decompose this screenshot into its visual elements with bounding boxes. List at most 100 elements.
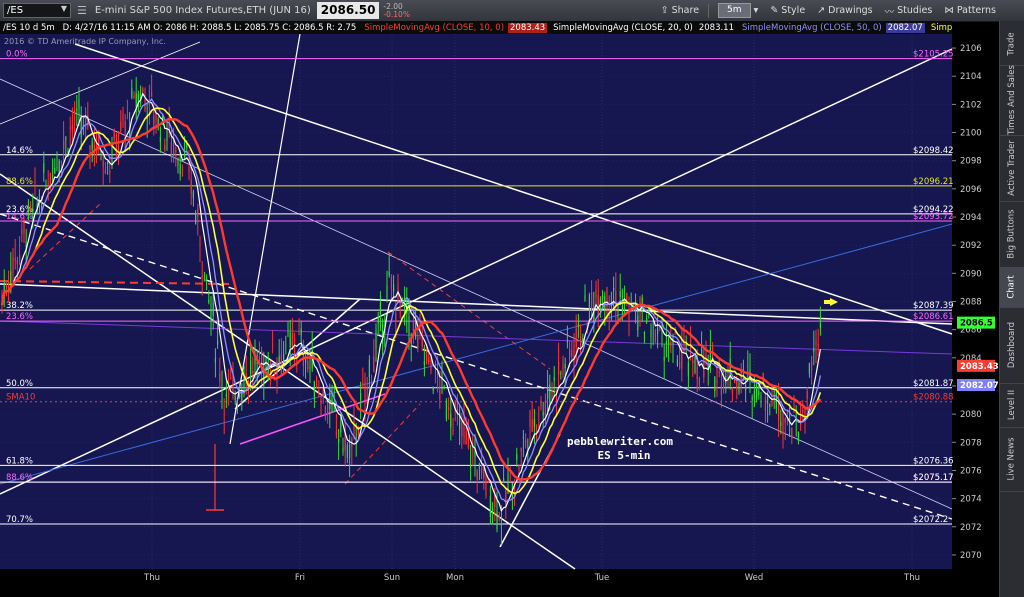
symbol-selector[interactable]: /ES ▼: [3, 3, 71, 18]
patterns-label: Patterns: [956, 5, 996, 16]
fib-level-label: 50.0%: [6, 379, 33, 389]
candle-body: [659, 323, 661, 324]
candle-body: [32, 208, 34, 212]
candle-body: [170, 142, 172, 155]
sma10-label[interactable]: SimpleMovingAvg (CLOSE, 10, 0): [364, 23, 504, 33]
candle-body: [390, 277, 392, 289]
candle-body: [175, 150, 177, 153]
studies-bar: /ES 10 d 5m D: 4/27/16 11:15 AM O: 2086 …: [0, 21, 952, 34]
percent-change: -0.10%: [383, 9, 410, 19]
sidebar-tab-label: Chart: [1006, 275, 1017, 299]
sidebar-tab-big-buttons[interactable]: Big Buttons: [1000, 201, 1024, 268]
candle-body: [78, 99, 80, 110]
candle-body: [179, 164, 181, 175]
candle-body: [426, 349, 428, 361]
price-tick-label: 2106: [960, 44, 982, 54]
sidebar-tab-live-news[interactable]: Live News: [1000, 427, 1024, 492]
last-price: 2086.50: [316, 2, 380, 19]
candle-body: [782, 412, 784, 435]
sidebar-tab-label: Active Trader: [1007, 140, 1018, 196]
candle-body: [27, 208, 29, 212]
patterns-button[interactable]: ⋈ Patterns: [941, 3, 999, 18]
toolbar-divider: [708, 3, 710, 18]
candle-body: [16, 259, 18, 265]
candle-body: [580, 336, 582, 348]
candle-body: [327, 402, 329, 415]
style-button[interactable]: ✎ Style: [767, 3, 808, 18]
price-level-label: $2087.39: [913, 301, 954, 311]
timeframe-selector[interactable]: 5m ▾: [715, 3, 761, 18]
candle-body: [496, 510, 498, 530]
candle-body: [307, 360, 309, 370]
drawings-button[interactable]: ↗ Drawings: [814, 3, 875, 18]
candle-body: [76, 108, 78, 111]
candle-body: [324, 405, 326, 417]
candle-body: [553, 377, 555, 381]
candle-body: [298, 331, 300, 333]
candle-body: [287, 334, 289, 336]
candle-body: [478, 463, 480, 469]
candle-body: [522, 437, 524, 439]
candle-body: [575, 328, 577, 348]
sidebar-tab-dashboard[interactable]: Dashboard: [1000, 307, 1024, 384]
fib-level-label: 88.6%: [6, 177, 33, 187]
candle-body: [223, 414, 225, 416]
candle-body: [679, 361, 681, 368]
timeframe-value: 5m: [718, 3, 751, 18]
price-level-label: $2081.87: [913, 379, 954, 389]
candle-body: [23, 222, 25, 235]
candle-body: [476, 470, 478, 480]
candle-body: [639, 297, 641, 309]
candle-body: [74, 110, 76, 116]
price-chart[interactable]: $2105.25 0.0% $2098.42 14.6% $2096.21 88.6% $2…: [0, 34, 1000, 597]
candle-body: [489, 495, 491, 518]
sma50-label[interactable]: SimpleMovingAvg (CLOSE, 50, 0): [742, 23, 882, 33]
candle-body: [663, 356, 665, 361]
price-tick-label: 2080: [960, 410, 982, 420]
price-level-label: $2098.42: [913, 146, 954, 156]
candle-body: [549, 384, 551, 403]
candle-body: [243, 384, 245, 390]
candle-body: [709, 347, 711, 361]
sidebar-tab-times-and-sales[interactable]: Times And Sales: [1000, 65, 1024, 136]
candle-body: [379, 302, 381, 315]
time-tick-label: Mon: [446, 573, 464, 583]
candle-body: [80, 117, 82, 138]
candle-body: [665, 341, 667, 344]
candle-body: [558, 361, 560, 375]
candle-body: [423, 361, 425, 365]
fib-level-label: 0.0%: [6, 50, 28, 60]
sidebar-tab-level-ii[interactable]: Level II: [1000, 383, 1024, 428]
candle-body: [498, 515, 500, 519]
symbol-value: /ES: [7, 5, 24, 16]
sidebar-tab-active-trader[interactable]: Active Trader: [1000, 135, 1024, 202]
candle-body: [780, 421, 782, 427]
candle-body: [617, 305, 619, 311]
studies-button[interactable]: 〰 Studies: [882, 3, 936, 18]
sidebar-tab-label: Dashboard: [1007, 321, 1017, 369]
candle-body: [571, 350, 573, 357]
sma20-label[interactable]: SimpleMovingAvg (CLOSE, 20, 0): [553, 23, 693, 33]
candle-body: [718, 372, 720, 374]
fib-level-label: 61.8%: [6, 456, 33, 466]
candle-body: [778, 401, 780, 421]
candle-body: [802, 409, 804, 413]
candle-body: [586, 322, 588, 324]
candle-body: [668, 337, 670, 345]
sma100-label[interactable]: SimpleMovingAvg (: [931, 23, 952, 33]
candle-body: [485, 479, 487, 496]
quote-info-icon[interactable]: ☰: [77, 4, 87, 17]
sidebar-tab-chart[interactable]: Chart: [1000, 267, 1024, 308]
candle-body: [320, 399, 322, 406]
price-marker-label: 2086.5: [960, 319, 993, 329]
candle-body: [234, 395, 236, 401]
candle-body: [445, 400, 447, 420]
share-button[interactable]: ⇪ Share: [658, 3, 702, 18]
candle-body: [278, 356, 280, 363]
price-tick-label: 2092: [960, 241, 982, 251]
candle-body: [203, 275, 205, 277]
candle-body: [56, 166, 58, 169]
sidebar-tab-trade[interactable]: Trade: [1000, 23, 1024, 66]
candle-body: [492, 507, 494, 512]
candle-body: [465, 431, 467, 445]
